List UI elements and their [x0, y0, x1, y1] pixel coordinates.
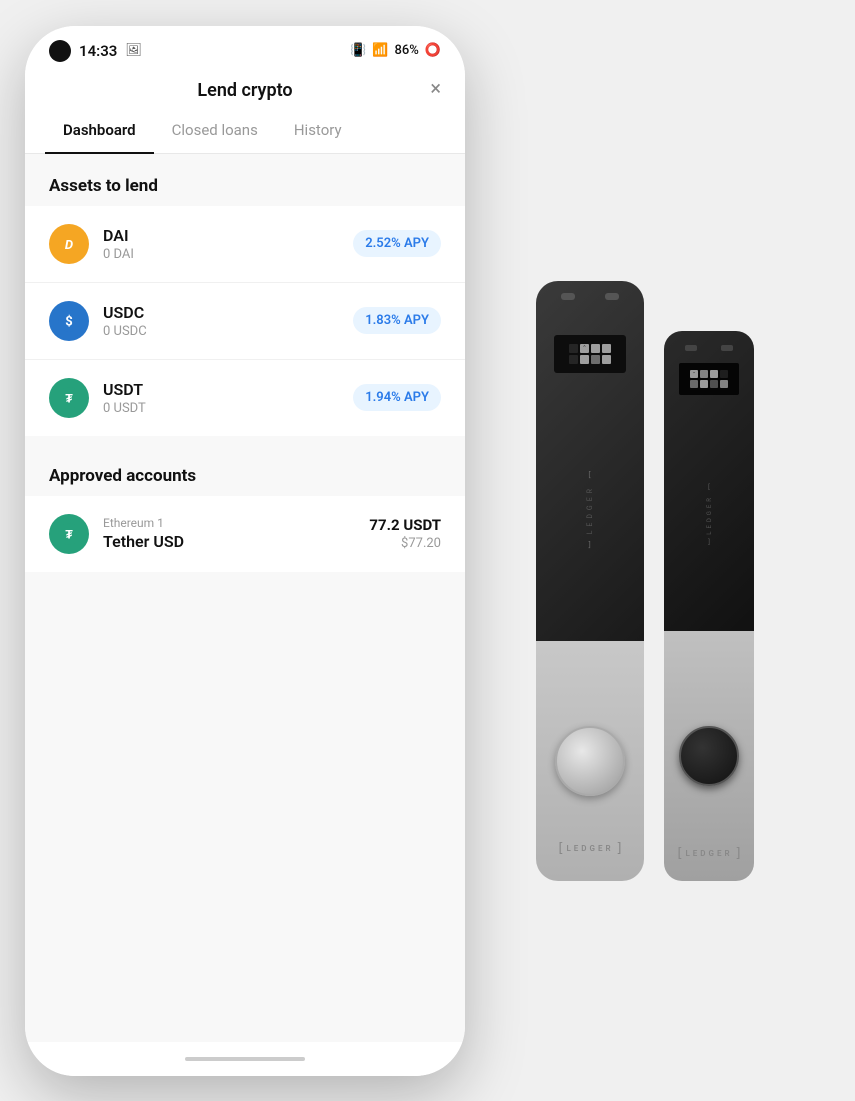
ledger-circle-2: [679, 726, 739, 786]
asset-item-usdt[interactable]: ₮ USDT 0 USDT 1.94% APY: [25, 360, 465, 436]
ledger-top-1: ⌃ [ LEDGER ]: [536, 281, 644, 641]
status-left: 14:33 🖼: [49, 40, 142, 62]
ledger-bottom-label-2: [ LEDGER ]: [676, 846, 743, 861]
svg-text:₮: ₮: [65, 391, 73, 405]
tab-dashboard[interactable]: Dashboard: [45, 107, 154, 153]
dai-apy-badge[interactable]: 2.52% APY: [353, 230, 441, 257]
ledger-btn-left-2: [685, 345, 697, 351]
account-usd: $77.20: [369, 536, 441, 551]
asset-item-dai[interactable]: D DAI 0 DAI 2.52% APY: [25, 206, 465, 283]
ledger-brand-2: LEDGER: [706, 495, 713, 535]
ledger-device-2: ⌃ [ LEDGER ]: [664, 331, 754, 881]
usdc-apy-badge[interactable]: 1.83% APY: [353, 307, 441, 334]
account-network: Ethereum 1: [103, 516, 369, 530]
ledger-bottom-brand-2: LEDGER: [685, 849, 732, 858]
ledger-top-2: ⌃ [ LEDGER ]: [664, 331, 754, 631]
usdt-apy-badge[interactable]: 1.94% APY: [353, 384, 441, 411]
camera-dot: [49, 40, 71, 62]
ledger-device-1: ⌃ [ LEDGER ] [ L: [536, 281, 644, 881]
account-name: Tether USD: [103, 532, 369, 551]
tabs-container: Dashboard Closed loans History: [25, 107, 465, 154]
ledger-bottom-brand-1: LEDGER: [566, 844, 613, 853]
dai-name: DAI: [103, 226, 353, 245]
ledger-circle-1: [555, 726, 625, 796]
usdt-icon: ₮: [49, 378, 89, 418]
ledger-buttons-2: [685, 345, 733, 351]
ledger-btn-right-2: [721, 345, 733, 351]
approved-accounts-section: Approved accounts ₮ Ethereum 1 Tether US…: [25, 444, 465, 572]
asset-list: D DAI 0 DAI 2.52% APY $: [25, 206, 465, 436]
status-bar: 14:33 🖼 📳 📶 86% ⭕: [25, 26, 465, 70]
status-time: 14:33: [79, 42, 117, 60]
asset-item-usdc[interactable]: $ USDC 0 USDC 1.83% APY: [25, 283, 465, 360]
home-bar: [185, 1057, 305, 1061]
dai-balance: 0 DAI: [103, 247, 353, 262]
dai-icon: D: [49, 224, 89, 264]
ledger-bottom-2: [ LEDGER ]: [664, 631, 754, 881]
svg-text:D: D: [65, 238, 73, 253]
account-amount: 77.2 USDT: [369, 516, 441, 534]
ledger-bottom-label-1: [ LEDGER ]: [557, 841, 624, 856]
content-area: Assets to lend D DAI 0 DAI 2.52% APY: [25, 154, 465, 1042]
vibrate-icon: 📳: [350, 43, 366, 58]
usdc-name: USDC: [103, 303, 353, 322]
media-icon: 🖼: [125, 43, 142, 58]
tab-history[interactable]: History: [276, 107, 360, 153]
usdc-icon: $: [49, 301, 89, 341]
tether-account-info: Ethereum 1 Tether USD: [103, 516, 369, 551]
svg-text:$: $: [65, 314, 72, 329]
ledger-btn-left-1: [561, 293, 575, 300]
phone-shell: 14:33 🖼 📳 📶 86% ⭕ Lend crypto × Dashboar…: [25, 26, 465, 1076]
ledger-brand-1: LEDGER: [586, 485, 594, 534]
status-right: 📳 📶 86% ⭕: [350, 43, 441, 58]
usdt-name: USDT: [103, 380, 353, 399]
ledger-btn-right-1: [605, 293, 619, 300]
ledger-bottom-1: [ LEDGER ]: [536, 641, 644, 881]
ledger-buttons-1: [561, 293, 619, 300]
svg-text:₮: ₮: [65, 527, 73, 541]
account-balance: 77.2 USDT $77.20: [369, 516, 441, 551]
ledger-brand-area-2: [ LEDGER ]: [706, 407, 713, 623]
phone-container: 14:33 🖼 📳 📶 86% ⭕ Lend crypto × Dashboar…: [0, 0, 490, 1101]
tether-account-icon: ₮: [49, 514, 89, 554]
assets-section-header: Assets to lend: [25, 154, 465, 206]
devices-container: ⌃ [ LEDGER ] [ L: [435, 0, 855, 1101]
usdc-info: USDC 0 USDC: [103, 303, 353, 339]
ledger-screen-2: ⌃: [679, 363, 739, 395]
ledger-brand-area-1: [ LEDGER ]: [586, 373, 594, 631]
battery-level: 86%: [394, 43, 418, 58]
approved-section-header: Approved accounts: [25, 444, 465, 496]
app-header: Lend crypto ×: [25, 70, 465, 107]
signal-icon: 📶: [372, 43, 388, 58]
usdt-info: USDT 0 USDT: [103, 380, 353, 416]
tab-closed-loans[interactable]: Closed loans: [154, 107, 276, 153]
app-title: Lend crypto: [197, 80, 292, 101]
dai-info: DAI 0 DAI: [103, 226, 353, 262]
usdt-balance: 0 USDT: [103, 401, 353, 416]
account-item-tether[interactable]: ₮ Ethereum 1 Tether USD 77.2 USDT $77.20: [25, 496, 465, 572]
ledger-screen-1: ⌃: [554, 335, 626, 373]
home-indicator: [25, 1042, 465, 1076]
usdc-balance: 0 USDC: [103, 324, 353, 339]
